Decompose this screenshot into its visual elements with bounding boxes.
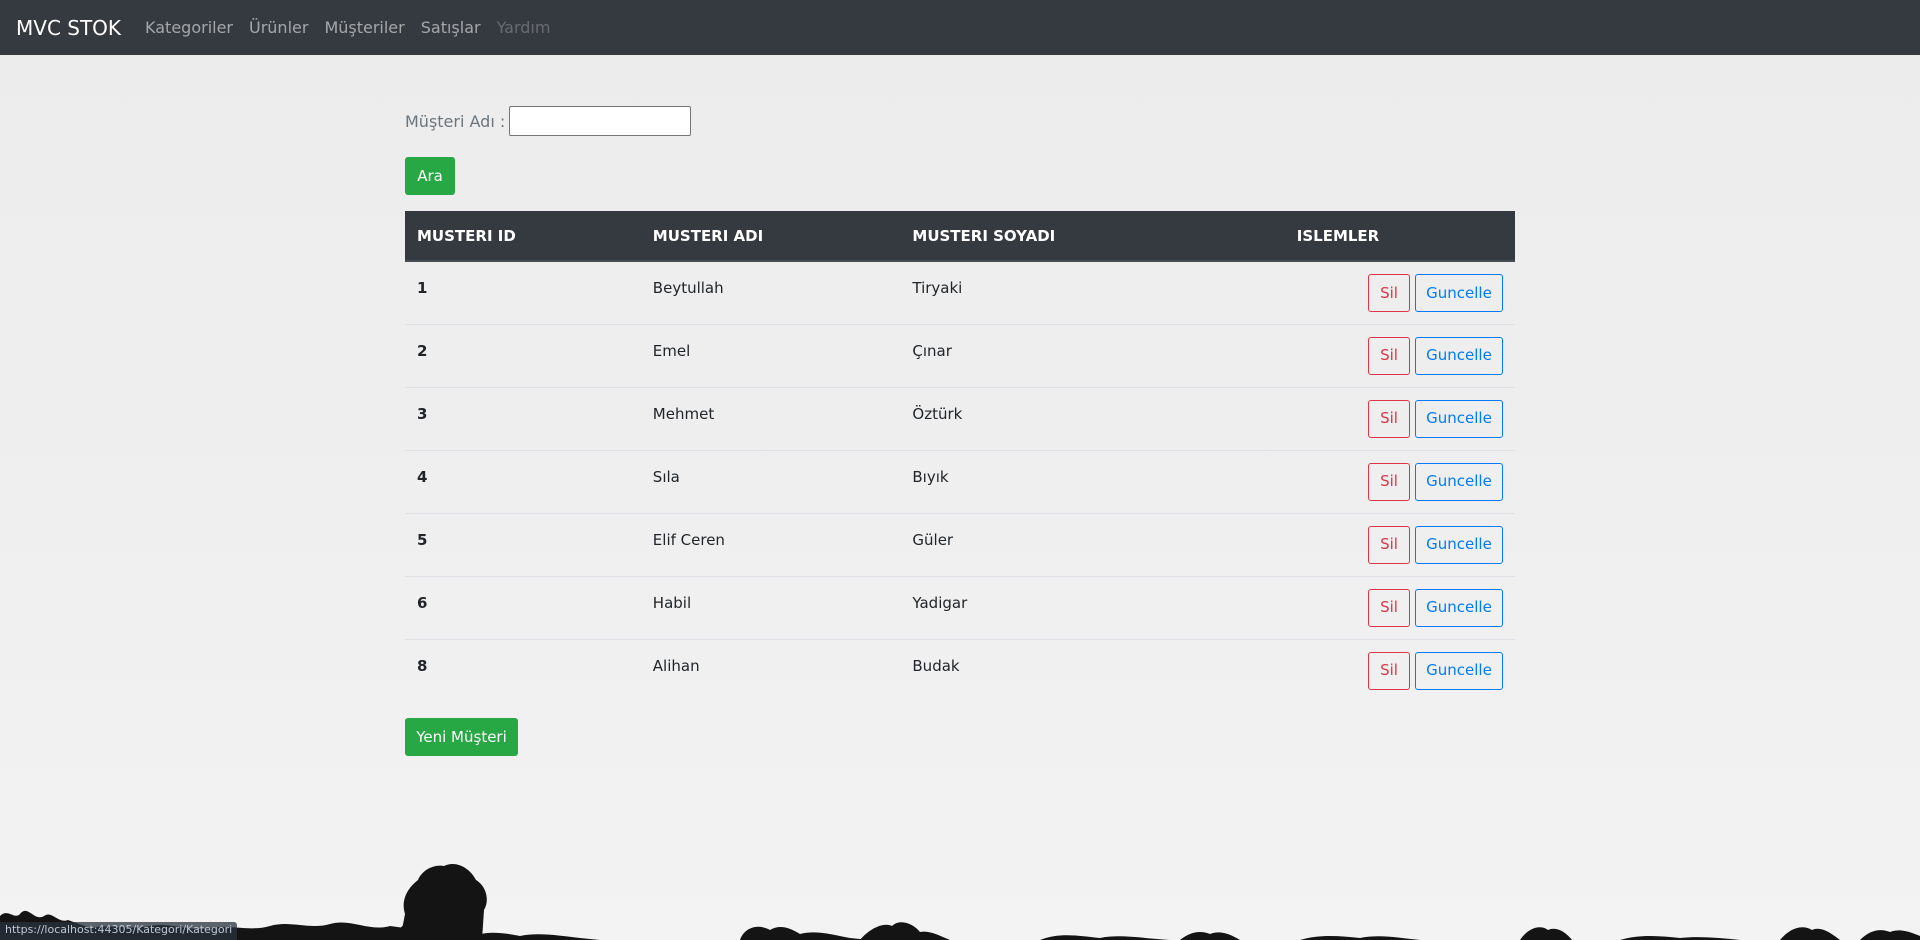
row-actions: Sil Guncelle — [1368, 336, 1503, 375]
table-row: 4 Sıla Bıyık Sil Guncelle — [405, 450, 1515, 513]
cell-customer-id: 6 — [417, 593, 428, 612]
cell-customer-id: 5 — [417, 530, 428, 549]
customer-name-input[interactable] — [509, 106, 692, 136]
nav-link-satislar[interactable]: Satışlar — [421, 18, 481, 37]
nav-link-urunler[interactable]: Ürünler — [249, 18, 308, 37]
cell-operations: Sil Guncelle — [1161, 261, 1515, 324]
cell-customer-name: Habil — [652, 593, 692, 612]
cell-customer-id: 4 — [417, 467, 428, 486]
cell-customer-surname: Yadigar — [912, 593, 968, 612]
row-actions: Sil Guncelle — [1368, 399, 1503, 438]
cell-customer-surname: Bıyık — [912, 467, 949, 486]
cell-customer-id: 2 — [417, 341, 428, 360]
brand-link[interactable]: MVC STOK — [16, 16, 121, 40]
table-row: 5 Elif Ceren Güler Sil Guncelle — [405, 513, 1515, 576]
update-button[interactable]: Guncelle — [1415, 588, 1503, 627]
table-row: 3 Mehmet Öztürk Sil Guncelle — [405, 387, 1515, 450]
table-body: 1 Beytullah Tiryaki Sil Guncelle 2 Emel Çınar Si… — [405, 261, 1515, 702]
cell-operations: Sil Guncelle — [1161, 576, 1515, 639]
table-row: 8 Alihan Budak Sil Guncelle — [405, 639, 1515, 702]
cell-operations: Sil Guncelle — [1161, 450, 1515, 513]
cell-operations: Sil Guncelle — [1161, 324, 1515, 387]
cell-customer-id: 1 — [417, 279, 428, 297]
nav-link-yardim: Yardım — [496, 18, 551, 37]
header-customer-surname: MUSTERI SOYADI — [900, 211, 1161, 262]
delete-button[interactable]: Sil — [1368, 336, 1410, 375]
cell-operations: Sil Guncelle — [1161, 387, 1515, 450]
update-button[interactable]: Guncelle — [1415, 651, 1503, 690]
header-customer-name: MUSTERI ADI — [640, 211, 901, 262]
row-actions: Sil Guncelle — [1368, 651, 1503, 690]
update-button[interactable]: Guncelle — [1415, 336, 1503, 375]
cell-operations: Sil Guncelle — [1161, 513, 1515, 576]
cell-customer-name: Beytullah — [652, 279, 724, 297]
header-operations: ISLEMLER — [1161, 211, 1515, 262]
cell-operations: Sil Guncelle — [1161, 639, 1515, 702]
table-row: 6 Habil Yadigar Sil Guncelle — [405, 576, 1515, 639]
cell-customer-name: Emel — [652, 341, 691, 360]
cell-customer-surname: Tiryaki — [912, 279, 963, 297]
update-button[interactable]: Guncelle — [1415, 274, 1503, 312]
delete-button[interactable]: Sil — [1368, 651, 1410, 690]
row-actions: Sil Guncelle — [1368, 274, 1503, 312]
update-button[interactable]: Guncelle — [1415, 462, 1503, 501]
search-label: Müşteri Adı : — [405, 111, 506, 131]
cell-customer-surname: Çınar — [912, 341, 952, 360]
cell-customer-surname: Budak — [912, 656, 960, 675]
delete-button[interactable]: Sil — [1368, 274, 1410, 312]
update-button[interactable]: Guncelle — [1415, 399, 1503, 438]
row-actions: Sil Guncelle — [1368, 462, 1503, 501]
cell-customer-surname: Öztürk — [912, 404, 963, 423]
cell-customer-name: Alihan — [652, 656, 700, 675]
search-button[interactable]: Ara — [405, 157, 455, 195]
nav-link-musteriler[interactable]: Müşteriler — [324, 18, 404, 37]
search-form: Müşteri Adı : — [405, 106, 692, 136]
header-customer-id: MUSTERI ID — [405, 211, 641, 262]
cell-customer-name: Elif Ceren — [652, 530, 725, 549]
delete-button[interactable]: Sil — [1368, 399, 1410, 438]
table-header-row: MUSTERI ID MUSTERI ADI MUSTERI SOYADI IS… — [405, 211, 1515, 262]
nav-link-kategoriler[interactable]: Kategoriler — [145, 18, 233, 37]
update-button[interactable]: Guncelle — [1415, 525, 1503, 564]
delete-button[interactable]: Sil — [1368, 525, 1410, 564]
delete-button[interactable]: Sil — [1368, 588, 1410, 627]
table-row: 1 Beytullah Tiryaki Sil Guncelle — [405, 261, 1515, 324]
customers-table: MUSTERI ID MUSTERI ADI MUSTERI SOYADI IS… — [405, 211, 1515, 702]
tree-silhouette-background — [0, 863, 1920, 940]
delete-button[interactable]: Sil — [1368, 462, 1410, 501]
cell-customer-name: Mehmet — [652, 404, 715, 423]
cell-customer-surname: Güler — [912, 530, 954, 549]
cell-customer-name: Sıla — [652, 467, 680, 486]
cell-customer-id: 8 — [417, 656, 428, 675]
row-actions: Sil Guncelle — [1368, 588, 1503, 627]
navbar: MVC STOK Kategoriler Ürünler Müşteriler … — [0, 0, 1920, 55]
cell-customer-id: 3 — [417, 404, 428, 423]
table-row: 2 Emel Çınar Sil Guncelle — [405, 324, 1515, 387]
new-customer-button[interactable]: Yeni Müşteri — [405, 718, 518, 756]
status-bar-url: https://localhost:44305/Kategori/Kategor… — [0, 922, 238, 940]
row-actions: Sil Guncelle — [1368, 525, 1503, 564]
